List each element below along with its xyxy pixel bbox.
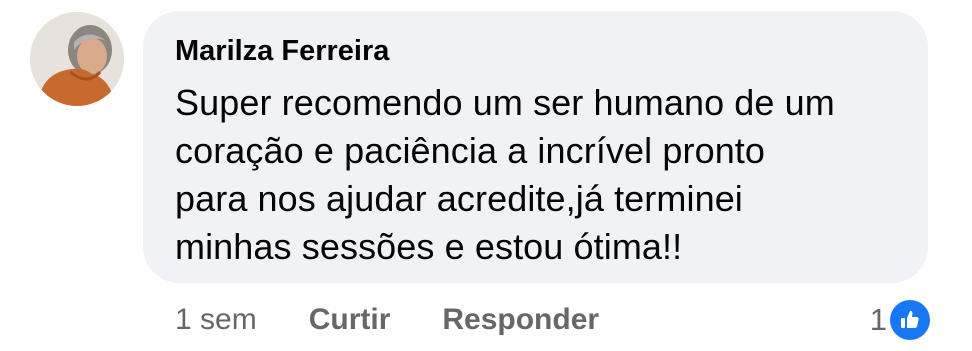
reactions-summary[interactable]: 1 xyxy=(870,298,930,342)
thumbs-up-icon xyxy=(890,300,930,340)
comment-actions: 1 sem Curtir Responder xyxy=(175,296,651,344)
comment-item: Marilza Ferreira Super recomendo um ser … xyxy=(0,0,972,351)
comment-text: Super recomendo um ser humano de um cora… xyxy=(175,82,835,267)
reaction-count: 1 xyxy=(869,302,887,337)
timestamp-link[interactable]: 1 sem xyxy=(175,303,257,337)
like-button[interactable]: Curtir xyxy=(309,303,391,337)
avatar[interactable] xyxy=(30,12,124,106)
reply-button[interactable]: Responder xyxy=(442,303,599,337)
author-name[interactable]: Marilza Ferreira xyxy=(175,31,900,71)
comment-bubble: Marilza Ferreira Super recomendo um ser … xyxy=(143,11,928,283)
avatar-photo xyxy=(30,12,124,106)
